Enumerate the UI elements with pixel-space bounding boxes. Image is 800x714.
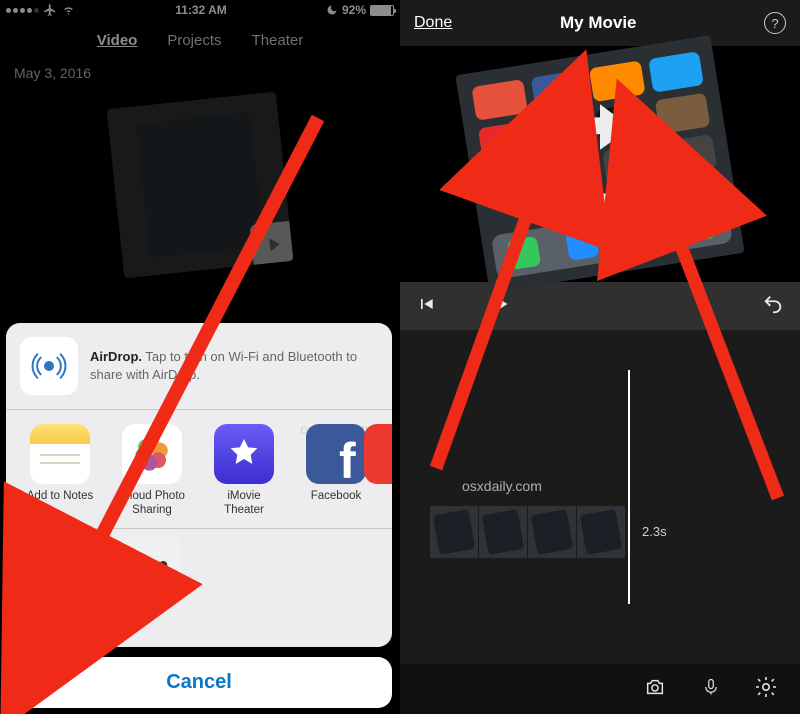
facebook-icon: f — [306, 424, 366, 484]
share-icloud-photo-sharing[interactable]: iCloud PhotoSharing — [106, 424, 198, 520]
share-row-2[interactable]: Create Movie ••• More — [6, 529, 392, 647]
cancel-button[interactable]: Cancel — [6, 657, 392, 708]
rotate-clockwise-icon[interactable] — [400, 46, 800, 282]
share-create-movie[interactable]: Create Movie — [14, 535, 106, 631]
svg-text:f: f — [339, 433, 356, 484]
share-imovie-theater[interactable]: iMovieTheater — [198, 424, 290, 520]
imovie-icon — [214, 424, 274, 484]
preview-monitor[interactable] — [400, 46, 800, 282]
timeline[interactable]: osxdaily.com 2.3s — [400, 330, 800, 664]
imovie-editor-screen: Done My Movie ? — [400, 0, 800, 714]
playhead[interactable] — [628, 370, 630, 604]
help-icon[interactable]: ? — [764, 12, 786, 34]
clip-duration: 2.3s — [642, 524, 667, 539]
photos-icon — [122, 424, 182, 484]
skip-back-button[interactable] — [416, 294, 436, 319]
share-row-1[interactable]: Add to Notes iCloud PhotoSharing — [6, 410, 392, 528]
done-button[interactable]: Done — [414, 14, 452, 32]
watermark: osxdaily.com — [462, 478, 542, 494]
camera-icon[interactable] — [642, 676, 668, 703]
airdrop-hint: AirDrop. Tap to turn on Wi-Fi and Blueto… — [90, 348, 370, 383]
more-dots-icon: ••• — [122, 535, 182, 595]
project-title: My Movie — [560, 13, 637, 33]
timeline-clip[interactable] — [430, 506, 625, 558]
share-sheet: AirDrop. Tap to turn on Wi-Fi and Blueto… — [6, 323, 392, 708]
microphone-icon[interactable] — [702, 675, 720, 704]
share-sheet-screen: 11:32 AM 92% Video Projects Theater May … — [0, 0, 400, 714]
bottom-toolbar — [400, 664, 800, 714]
share-add-to-notes[interactable]: Add to Notes — [14, 424, 106, 520]
share-row-next-app[interactable] — [364, 424, 392, 484]
share-more[interactable]: ••• More — [106, 535, 198, 631]
film-clip-icon — [30, 535, 90, 595]
editor-header: Done My Movie ? — [400, 0, 800, 46]
transport-bar — [400, 282, 800, 330]
settings-gear-icon[interactable] — [754, 675, 778, 704]
airdrop-icon[interactable] — [20, 337, 78, 395]
notes-icon — [30, 424, 90, 484]
play-button[interactable] — [490, 293, 512, 320]
undo-button[interactable] — [762, 293, 784, 320]
